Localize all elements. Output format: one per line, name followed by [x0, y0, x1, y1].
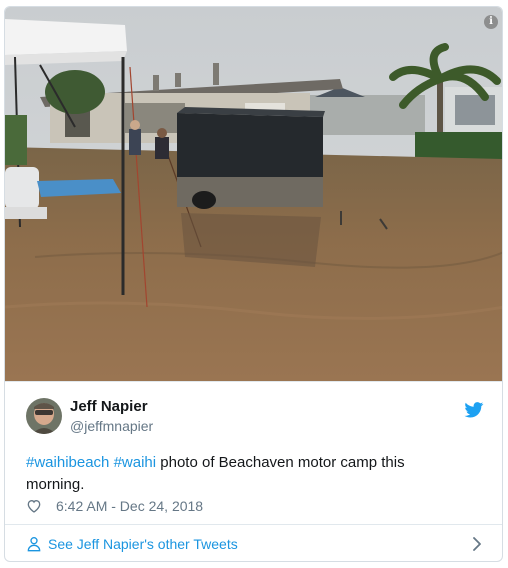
twitter-bird-icon[interactable] [464, 402, 484, 418]
heart-icon[interactable] [26, 498, 42, 514]
tweet-photo[interactable]: i [5, 7, 502, 381]
chevron-right-icon[interactable] [472, 537, 482, 551]
tweet-text: #waihibeach #waihi photo of Beachaven mo… [26, 452, 466, 496]
author-name[interactable]: Jeff Napier [70, 398, 148, 415]
tweet-embed-card: i Jeff Napier @jeffmnapier #waihibeach #… [4, 6, 503, 562]
avatar-image [26, 398, 62, 434]
hashtag-link[interactable]: #waihibeach [26, 454, 109, 471]
person-icon [27, 536, 41, 551]
avatar[interactable] [26, 398, 62, 434]
flooded-camp-photo [5, 7, 502, 381]
author-handle[interactable]: @jeffmnapier [70, 418, 153, 434]
info-icon[interactable]: i [484, 15, 498, 29]
other-tweets-footer[interactable]: See Jeff Napier's other Tweets [5, 524, 502, 561]
tweet-body: Jeff Napier @jeffmnapier #waihibeach #wa… [5, 381, 502, 524]
see-other-tweets-link[interactable]: See Jeff Napier's other Tweets [48, 536, 238, 552]
hashtag-link[interactable]: #waihi [114, 454, 157, 471]
timestamp[interactable]: 6:42 AM - Dec 24, 2018 [56, 498, 203, 514]
tweet-meta: 6:42 AM - Dec 24, 2018 [26, 497, 203, 515]
